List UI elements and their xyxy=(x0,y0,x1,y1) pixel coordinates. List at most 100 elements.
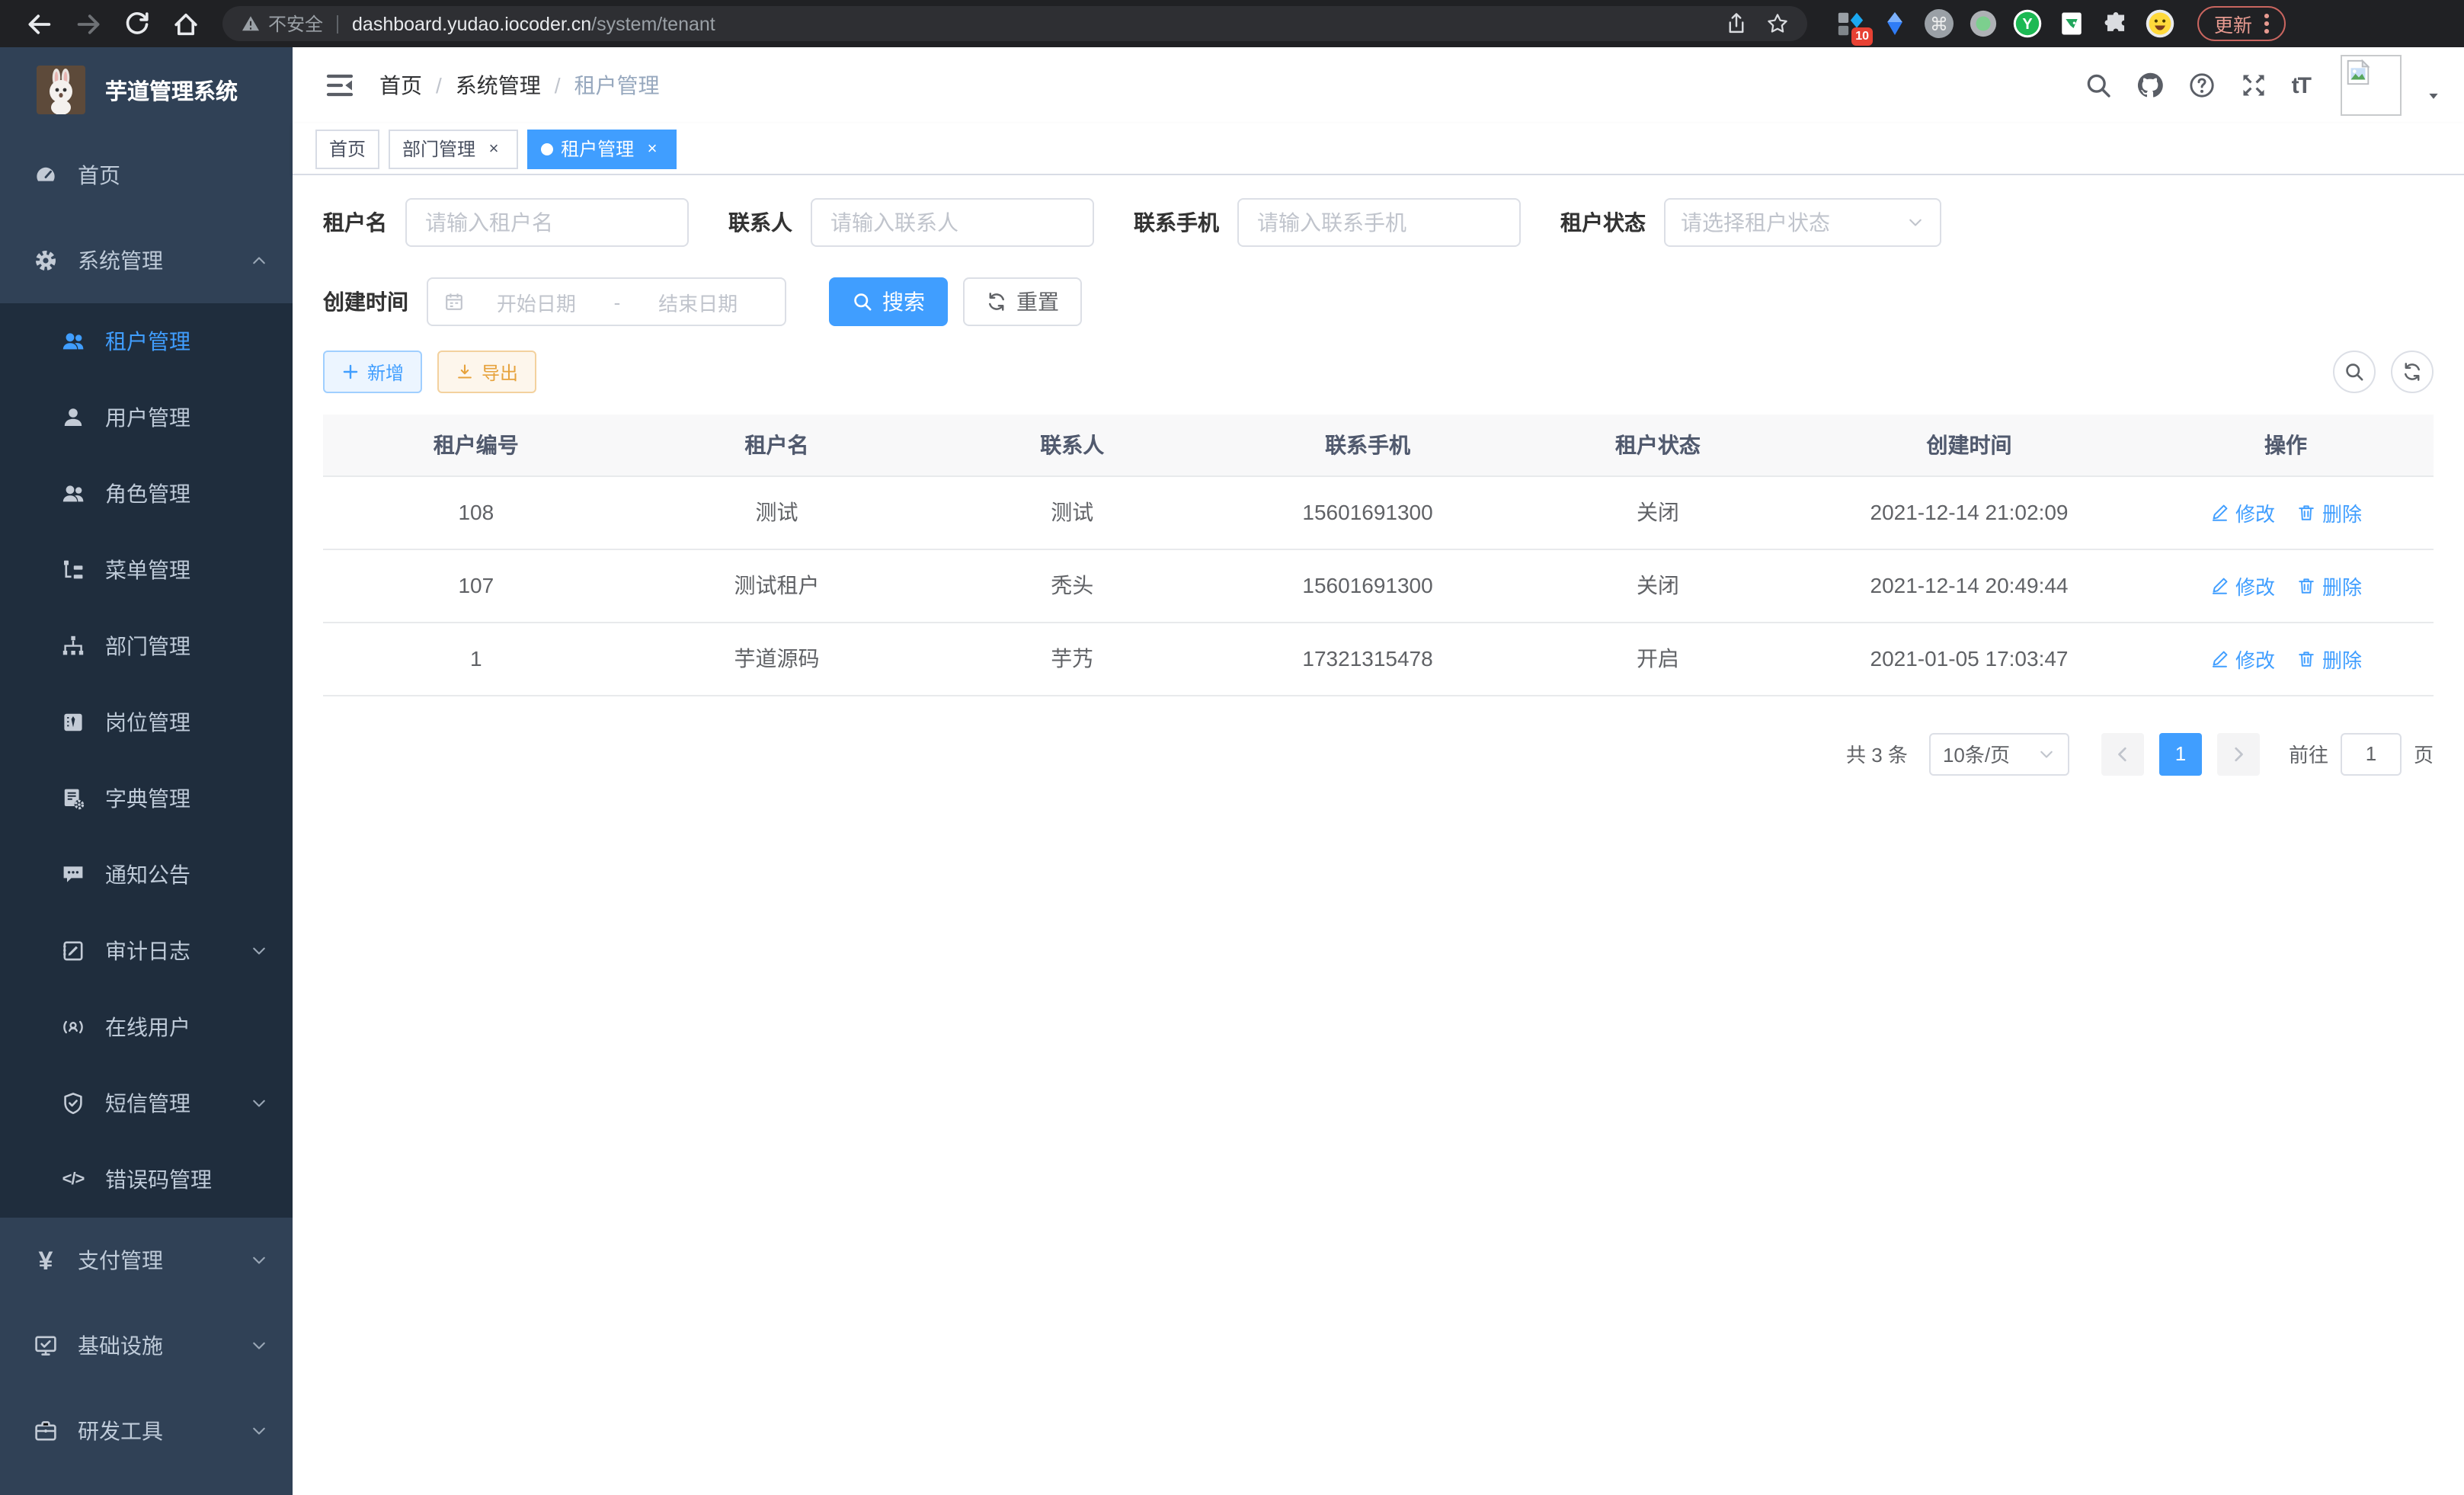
cell-created: 2021-01-05 17:03:47 xyxy=(1800,622,2138,695)
sidebar-item[interactable]: 菜单管理 xyxy=(0,532,293,608)
extension-kite-icon[interactable] xyxy=(1880,9,1909,38)
breadcrumb-system[interactable]: 系统管理 xyxy=(456,70,541,101)
sidebar-item[interactable]: 系统管理 xyxy=(0,218,293,303)
browser-back-icon[interactable] xyxy=(26,10,53,37)
cell-mobile: 15601691300 xyxy=(1220,475,1515,549)
next-page-button[interactable] xyxy=(2217,732,2260,775)
browser-reload-icon[interactable] xyxy=(123,10,151,37)
sidebar-item-label: 在线用户 xyxy=(105,1012,190,1042)
page-1-button[interactable]: 1 xyxy=(2159,732,2202,775)
sidebar-item-label: 用户管理 xyxy=(105,402,190,433)
fullscreen-icon[interactable] xyxy=(2240,72,2267,99)
sidebar-item[interactable]: 研发工具 xyxy=(0,1388,293,1474)
export-button[interactable]: 导出 xyxy=(437,351,536,393)
delete-link[interactable]: 删除 xyxy=(2296,571,2362,600)
cell-status: 关闭 xyxy=(1515,475,1800,549)
extensions-puzzle-icon[interactable] xyxy=(2101,9,2130,38)
sidebar-item-label: 审计日志 xyxy=(105,936,190,966)
extension-record-icon[interactable] xyxy=(1969,9,1998,38)
users-icon xyxy=(61,329,85,354)
sidebar-logo[interactable]: 芋道管理系统 xyxy=(0,47,293,133)
cell-status: 开启 xyxy=(1515,622,1800,695)
address-bar[interactable]: 不安全 dashboard.yudao.iocoder.cn/system/te… xyxy=(222,6,1807,41)
navbar-actions: tT xyxy=(2085,55,2441,116)
browser-forward-icon[interactable] xyxy=(75,10,102,37)
sidebar-item[interactable]: </>错误码管理 xyxy=(0,1141,293,1218)
extension-chat-icon[interactable] xyxy=(2057,9,2086,38)
tenant-name-input[interactable] xyxy=(405,198,689,247)
tenant-status-select[interactable]: 请选择租户状态 xyxy=(1664,198,1941,247)
edit-link[interactable]: 修改 xyxy=(2210,498,2275,527)
chrome-update-button[interactable]: 更新 xyxy=(2197,6,2286,41)
tab-dept-management[interactable]: 部门管理× xyxy=(389,129,518,168)
column-header: 联系人 xyxy=(924,415,1220,475)
divider xyxy=(337,14,338,33)
profile-avatar-icon[interactable] xyxy=(2146,9,2174,38)
delete-link[interactable]: 删除 xyxy=(2296,644,2362,673)
sidebar-item[interactable]: 租户管理 xyxy=(0,303,293,379)
field-label: 租户名 xyxy=(323,207,387,238)
extensions-row: 10 ⌘ Y xyxy=(1829,9,2182,38)
sidebar-item[interactable]: 字典管理 xyxy=(0,760,293,837)
close-icon[interactable]: × xyxy=(483,138,504,159)
extension-command-icon[interactable]: ⌘ xyxy=(1925,9,1954,38)
sidebar-item[interactable]: 短信管理 xyxy=(0,1065,293,1141)
active-tab-dot xyxy=(541,142,553,155)
refresh-table-button[interactable] xyxy=(2391,351,2434,393)
column-header: 租户编号 xyxy=(323,415,629,475)
sidebar-item[interactable]: 通知公告 xyxy=(0,837,293,913)
prev-page-button[interactable] xyxy=(2101,732,2144,775)
date-range-picker[interactable]: 开始日期 - 结束日期 xyxy=(427,277,786,326)
table-header-row: 租户编号租户名联系人联系手机租户状态创建时间操作 xyxy=(323,415,2434,475)
delete-link[interactable]: 删除 xyxy=(2296,498,2362,527)
sidebar-item[interactable]: 角色管理 xyxy=(0,456,293,532)
close-icon[interactable]: × xyxy=(642,138,663,159)
sidebar-item[interactable]: 审计日志 xyxy=(0,913,293,989)
toggle-search-button[interactable] xyxy=(2333,351,2376,393)
page-size-select[interactable]: 10条/页 xyxy=(1929,732,2069,775)
search-icon xyxy=(852,291,873,312)
sidebar-item[interactable]: 用户管理 xyxy=(0,379,293,456)
calendar-icon xyxy=(443,291,465,312)
tab-tenant-management[interactable]: 租户管理× xyxy=(527,129,677,168)
avatar-dropdown-caret-icon[interactable] xyxy=(2426,88,2441,104)
extension-y-icon[interactable]: Y xyxy=(2013,9,2042,38)
tab-label: 首页 xyxy=(329,136,366,162)
extension-blocks-icon[interactable]: 10 xyxy=(1836,9,1865,38)
goto-page-input[interactable] xyxy=(2341,732,2402,775)
sidebar-menu: 首页系统管理租户管理用户管理角色管理菜单管理部门管理岗位管理字典管理通知公告审计… xyxy=(0,133,293,1474)
contact-name-input[interactable] xyxy=(811,198,1094,247)
sidebar-item[interactable]: 首页 xyxy=(0,133,293,218)
edit-link[interactable]: 修改 xyxy=(2210,571,2275,600)
sidebar-item[interactable]: 岗位管理 xyxy=(0,684,293,760)
github-icon[interactable] xyxy=(2136,72,2164,99)
add-button[interactable]: 新增 xyxy=(323,351,422,393)
collapse-sidebar-icon[interactable] xyxy=(325,70,355,101)
breadcrumb-home[interactable]: 首页 xyxy=(379,70,422,101)
sidebar-item-label: 角色管理 xyxy=(105,479,190,509)
help-icon[interactable] xyxy=(2188,72,2216,99)
sidebar-item[interactable]: ¥支付管理 xyxy=(0,1218,293,1303)
font-size-icon[interactable]: tT xyxy=(2292,74,2310,97)
tab-home[interactable]: 首页 xyxy=(315,129,379,168)
download-icon xyxy=(456,363,474,381)
filter-row-2: 创建时间 开始日期 - 结束日期 搜索 重置 xyxy=(323,277,2434,326)
contact-mobile-input[interactable] xyxy=(1237,198,1521,247)
search-button[interactable]: 搜索 xyxy=(829,277,948,326)
bookmark-star-icon[interactable] xyxy=(1766,12,1789,35)
reset-button[interactable]: 重置 xyxy=(963,277,1082,326)
browser-home-icon[interactable] xyxy=(172,10,200,37)
sidebar-item[interactable]: 部门管理 xyxy=(0,608,293,684)
app-title: 芋道管理系统 xyxy=(105,74,238,106)
search-icon[interactable] xyxy=(2085,72,2112,99)
user-avatar[interactable] xyxy=(2341,55,2402,116)
edit-link[interactable]: 修改 xyxy=(2210,644,2275,673)
url-text[interactable]: dashboard.yudao.iocoder.cn/system/tenant xyxy=(352,13,1707,34)
gear-icon xyxy=(34,248,58,273)
broken-image-icon xyxy=(2344,58,2373,87)
table-row: 108测试测试15601691300关闭2021-12-14 21:02:09修… xyxy=(323,475,2434,549)
sidebar-item[interactable]: 在线用户 xyxy=(0,989,293,1065)
share-icon[interactable] xyxy=(1725,12,1748,35)
security-chip[interactable]: 不安全 xyxy=(241,11,323,37)
sidebar-item[interactable]: 基础设施 xyxy=(0,1303,293,1388)
